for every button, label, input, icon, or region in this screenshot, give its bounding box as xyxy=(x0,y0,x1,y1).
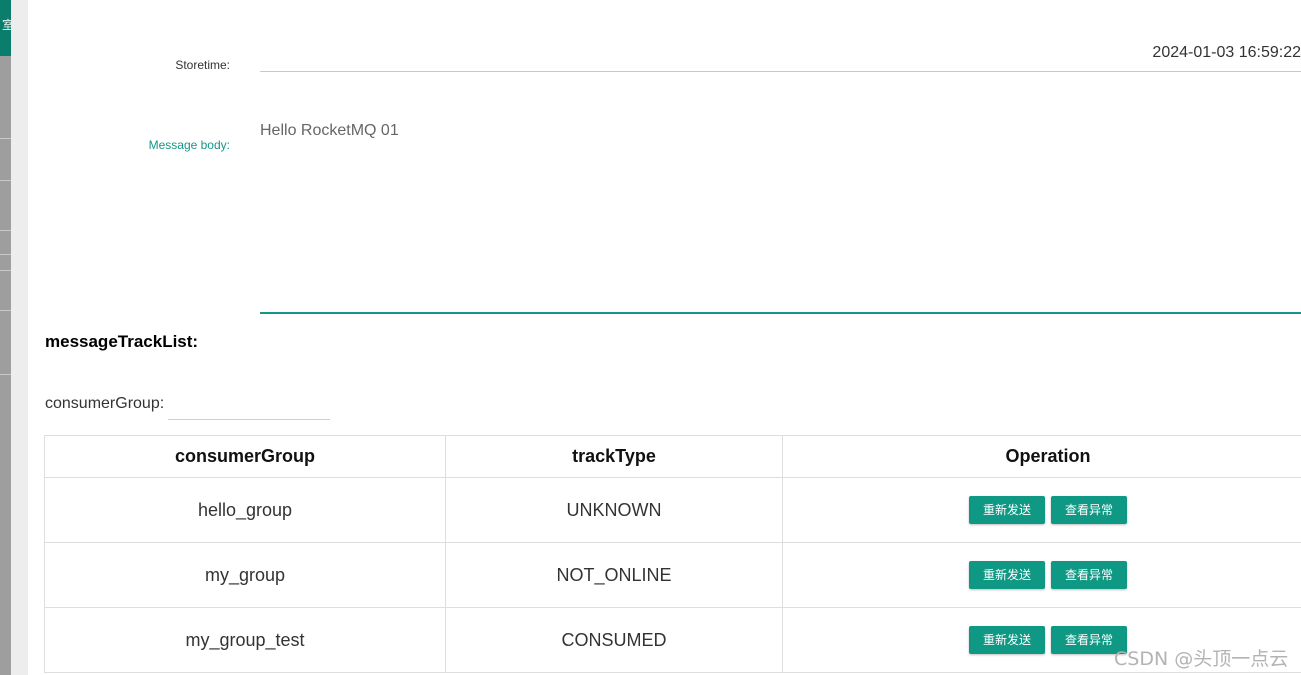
storetime-label: Storetime: xyxy=(175,58,230,72)
consumer-group-filter-input[interactable] xyxy=(168,393,330,420)
sidebar-tab[interactable]: 室 xyxy=(0,0,11,56)
storetime-underline xyxy=(260,71,1301,72)
message-track-list-title: messageTrackList: xyxy=(45,332,199,351)
overlay-band xyxy=(0,56,11,675)
message-body-underline xyxy=(260,312,1301,314)
consumer-group-filter-label: consumerGroup: xyxy=(45,395,165,412)
operation-cell: 重新发送 查看异常 xyxy=(782,542,1301,608)
divider xyxy=(0,180,11,181)
table-row: my_group NOT_ONLINE 重新发送 查看异常 xyxy=(44,542,1301,608)
consumer-group-cell: my_group_test xyxy=(44,607,446,673)
consumer-group-cell: hello_group xyxy=(44,477,446,543)
header-consumer-group: consumerGroup xyxy=(44,435,446,478)
divider xyxy=(0,230,11,231)
divider xyxy=(0,374,11,375)
message-body-label: Message body: xyxy=(148,138,230,152)
view-exception-button[interactable]: 查看异常 xyxy=(1051,561,1128,589)
header-track-type: trackType xyxy=(445,435,783,478)
background-window: 室 xyxy=(0,0,28,675)
message-body-textarea[interactable]: Hello RocketMQ 01 xyxy=(260,122,1301,140)
operation-cell: 重新发送 查看异常 xyxy=(782,477,1301,543)
consumer-group-cell: my_group xyxy=(44,542,446,608)
table-row: hello_group UNKNOWN 重新发送 查看异常 xyxy=(44,477,1301,543)
watermark: CSDN @头顶一点云 xyxy=(1114,648,1289,670)
table-header-row: consumerGroup trackType Operation xyxy=(44,435,1301,478)
divider xyxy=(0,138,11,139)
resend-button[interactable]: 重新发送 xyxy=(968,496,1045,524)
sidebar-tab-glyph: 室 xyxy=(2,18,11,32)
message-detail-dialog: Storetime: 2024-01-03 16:59:22 Message b… xyxy=(28,0,1301,675)
divider xyxy=(0,270,11,271)
table-row: my_group_test CONSUMED 重新发送 查看异常 xyxy=(44,607,1301,673)
message-track-table: consumerGroup trackType Operation hello_… xyxy=(44,435,1301,673)
track-type-cell: UNKNOWN xyxy=(445,477,783,543)
track-type-cell: CONSUMED xyxy=(445,607,783,673)
storetime-value: 2024-01-03 16:59:22 xyxy=(1152,44,1301,61)
view-exception-button[interactable]: 查看异常 xyxy=(1051,496,1128,524)
header-operation: Operation xyxy=(782,435,1301,478)
divider xyxy=(0,310,11,311)
resend-button[interactable]: 重新发送 xyxy=(968,561,1045,589)
track-type-cell: NOT_ONLINE xyxy=(445,542,783,608)
resend-button[interactable]: 重新发送 xyxy=(968,626,1045,654)
divider xyxy=(0,254,11,255)
